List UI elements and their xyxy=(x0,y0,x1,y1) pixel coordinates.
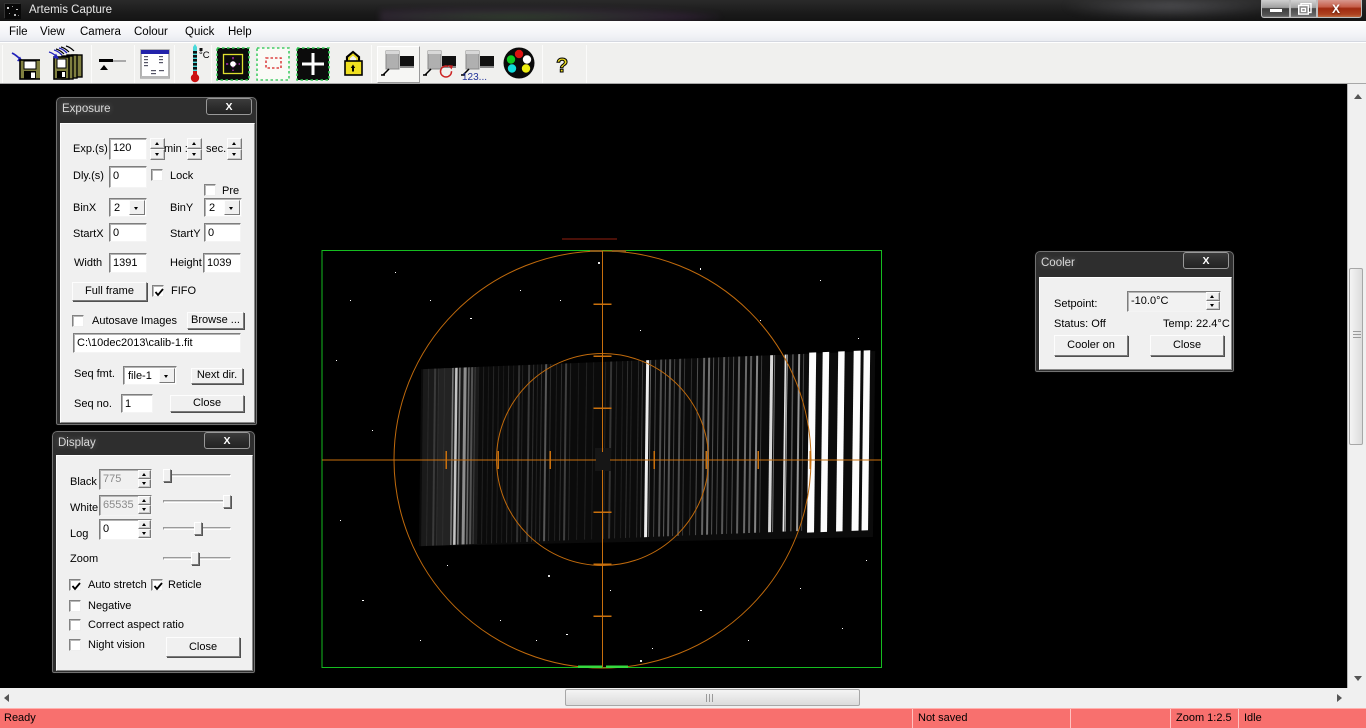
svg-text:123...: 123... xyxy=(462,72,487,83)
svg-text:°C: °C xyxy=(199,50,210,61)
